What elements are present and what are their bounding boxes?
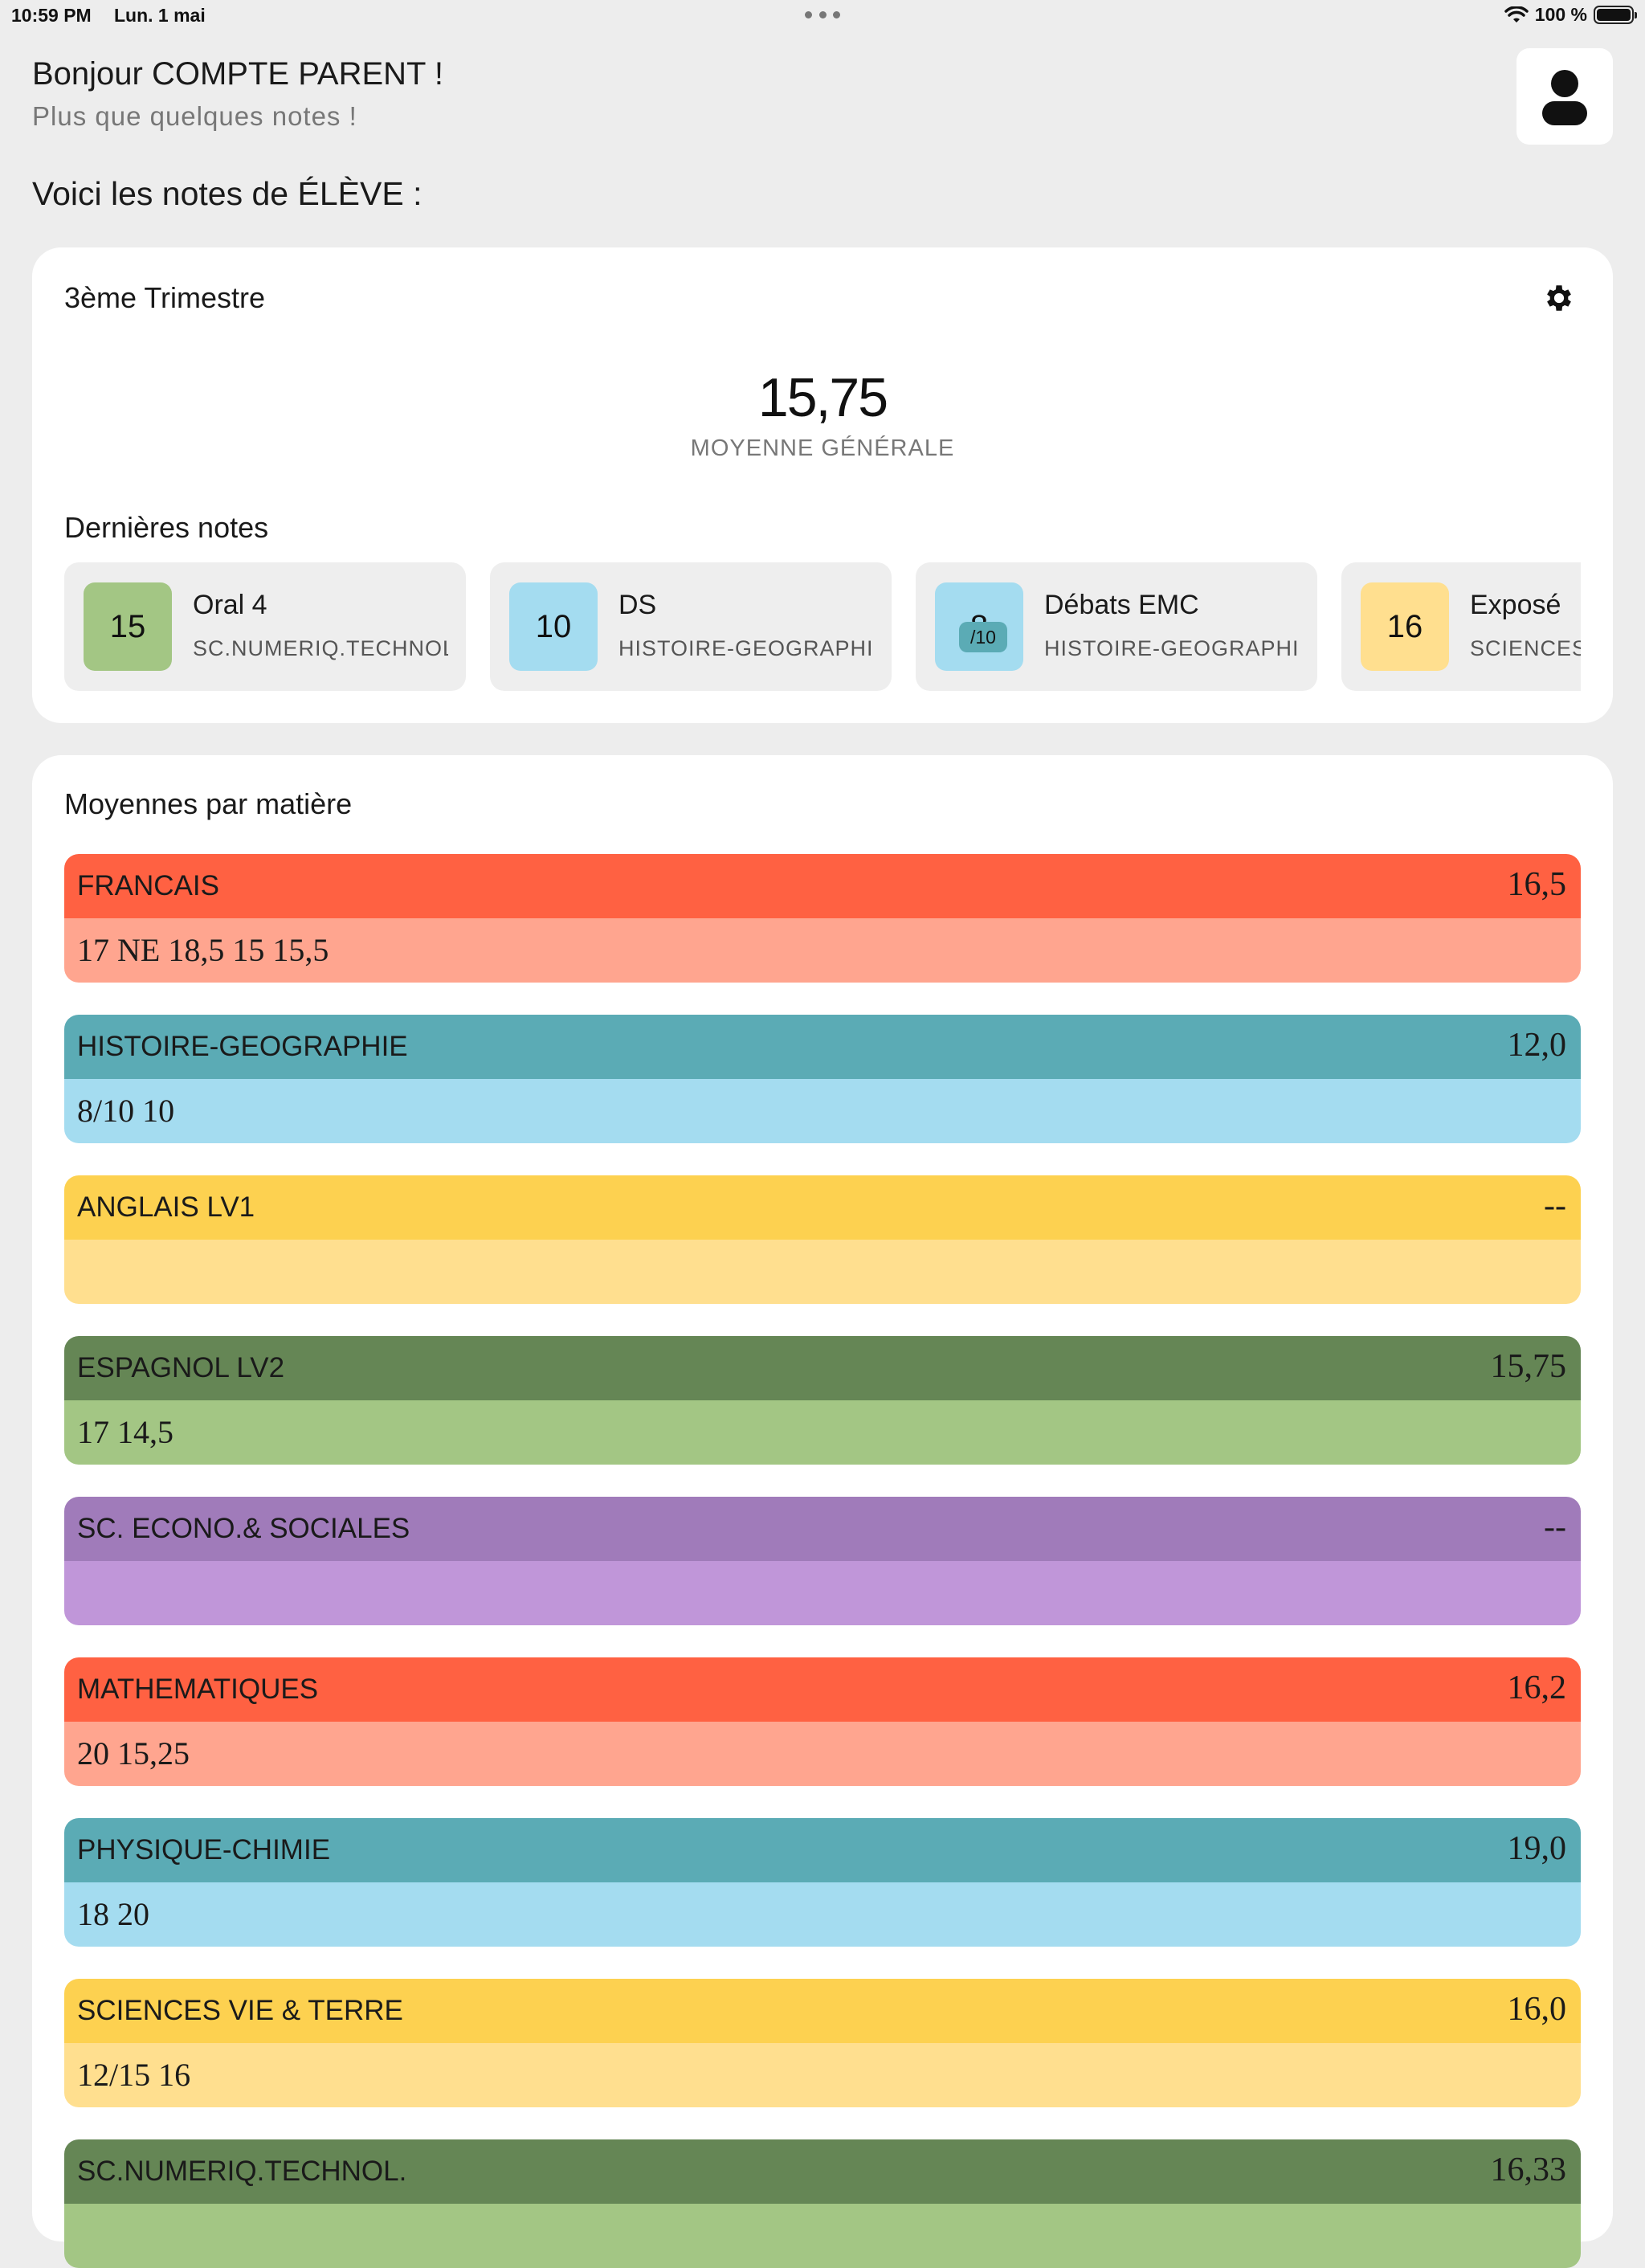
status-bar: 10:59 PM Lun. 1 mai 100 %	[0, 0, 1645, 32]
grade-title: Débats EMC	[1044, 590, 1199, 620]
subject-name: ESPAGNOL LV2	[77, 1352, 285, 1383]
user-icon	[1551, 70, 1578, 97]
subject-header: PHYSIQUE-CHIMIE 19,0	[64, 1818, 1581, 1882]
grade-out-of: /10	[959, 622, 1007, 652]
subject-average: 12,0	[1507, 1027, 1567, 1064]
battery-percent: 100 %	[1534, 4, 1587, 25]
subject-grades-bar	[64, 1240, 1581, 1304]
subject-average: 16,33	[1490, 2152, 1567, 2188]
status-time: 10:59 PM	[11, 5, 92, 26]
overview-card: 3ème Trimestre 15,75 MOYENNE GÉNÉRALE De…	[32, 247, 1613, 723]
grade-title: Oral 4	[193, 590, 267, 620]
greeting: Bonjour COMPTE PARENT !	[32, 56, 443, 92]
subject-grades: 8/10 10	[77, 1093, 175, 1129]
subject-row[interactable]: FRANCAIS 16,5 17 NE 18,5 15 15,5	[64, 854, 1581, 983]
subject-row[interactable]: ESPAGNOL LV2 15,75 17 14,5	[64, 1336, 1581, 1465]
multitasking-dots-icon[interactable]	[805, 11, 840, 21]
subject-row[interactable]: HISTOIRE-GEOGRAPHIE 12,0 8/10 10	[64, 1015, 1581, 1143]
recent-grade-card[interactable]: 8 /10 Débats EMC HISTOIRE-GEOGRAPHIE	[916, 562, 1317, 691]
recent-grades-carousel[interactable]: 15 Oral 4 SC.NUMERIQ.TECHNOL. 10 DS HIST…	[64, 562, 1581, 697]
grade-title: Exposé	[1470, 590, 1561, 620]
subject-name: MATHEMATIQUES	[77, 1673, 319, 1705]
grade-subject: SCIENCES VIE & TERRE	[1470, 636, 1581, 660]
grade-badge: 10	[509, 582, 598, 671]
subject-row[interactable]: MATHEMATIQUES 16,2 20 15,25	[64, 1657, 1581, 1786]
subject-grades: 12/15 16	[77, 2057, 191, 2093]
subject-grades-bar: 12/15 16	[64, 2043, 1581, 2107]
subject-name: SC. ECONO.& SOCIALES	[77, 1513, 410, 1544]
subject-grades: 17 14,5	[77, 1414, 173, 1450]
subject-row[interactable]: PHYSIQUE-CHIMIE 19,0 18 20	[64, 1818, 1581, 1947]
subject-row[interactable]: SC.NUMERIQ.TECHNOL. 16,33	[64, 2139, 1581, 2268]
subject-grades-bar: 20 15,25	[64, 1722, 1581, 1786]
recent-grade-card[interactable]: 16 Exposé SCIENCES VIE & TERRE	[1341, 562, 1581, 691]
subject-name: SCIENCES VIE & TERRE	[77, 1995, 403, 2026]
status-right: 100 %	[1504, 4, 1637, 26]
subject-row[interactable]: SC. ECONO.& SOCIALES --	[64, 1497, 1581, 1625]
subject-average: --	[1544, 1187, 1566, 1224]
recent-grades-title: Dernières notes	[64, 511, 269, 544]
recent-grade-card[interactable]: 15 Oral 4 SC.NUMERIQ.TECHNOL.	[64, 562, 466, 691]
subject-grades-bar: 17 14,5	[64, 1400, 1581, 1465]
subject-header: SCIENCES VIE & TERRE 16,0	[64, 1979, 1581, 2043]
subject-grades: 18 20	[77, 1896, 149, 1932]
period-title: 3ème Trimestre	[64, 281, 266, 314]
subject-average: 15,75	[1490, 1348, 1567, 1385]
subject-average: 16,0	[1507, 1991, 1567, 2028]
subject-average: 16,5	[1507, 866, 1567, 903]
subject-grades-bar	[64, 2204, 1581, 2268]
subject-header: ESPAGNOL LV2 15,75	[64, 1336, 1581, 1400]
subject-header: ANGLAIS LV1 --	[64, 1175, 1581, 1240]
subject-grades: 20 15,25	[77, 1735, 190, 1771]
subject-name: HISTOIRE-GEOGRAPHIE	[77, 1031, 408, 1062]
grade-subject: SC.NUMERIQ.TECHNOL.	[193, 636, 448, 660]
subject-average: --	[1544, 1509, 1566, 1546]
grade-subject: HISTOIRE-GEOGRAPHIE	[618, 636, 874, 660]
subject-header: SC.NUMERIQ.TECHNOL. 16,33	[64, 2139, 1581, 2204]
subject-header: SC. ECONO.& SOCIALES --	[64, 1497, 1581, 1561]
subject-name: FRANCAIS	[77, 870, 219, 901]
battery-icon	[1594, 6, 1637, 24]
recent-grade-card[interactable]: 10 DS HISTOIRE-GEOGRAPHIE	[490, 562, 892, 691]
grade-badge: 16	[1361, 582, 1449, 671]
subject-grades-bar: 18 20	[64, 1882, 1581, 1947]
subject-header: FRANCAIS 16,5	[64, 854, 1581, 918]
subject-header: HISTOIRE-GEOGRAPHIE 12,0	[64, 1015, 1581, 1079]
overall-average-label: MOYENNE GÉNÉRALE	[690, 435, 955, 461]
subject-header: MATHEMATIQUES 16,2	[64, 1657, 1581, 1722]
subject-grades-bar: 8/10 10	[64, 1079, 1581, 1143]
subject-average: 19,0	[1507, 1830, 1567, 1867]
wifi-icon	[1504, 6, 1529, 22]
subject-grades-bar: 17 NE 18,5 15 15,5	[64, 918, 1581, 983]
subject-average: 16,2	[1507, 1669, 1567, 1706]
subject-averages-title: Moyennes par matière	[64, 787, 353, 820]
overall-average: 15,75	[757, 367, 888, 428]
grade-subject: HISTOIRE-GEOGRAPHIE	[1044, 636, 1300, 660]
subject-row[interactable]: ANGLAIS LV1 --	[64, 1175, 1581, 1304]
gear-icon[interactable]	[1542, 281, 1576, 315]
subject-grades-bar	[64, 1561, 1581, 1625]
subject-row[interactable]: SCIENCES VIE & TERRE 16,0 12/15 16	[64, 1979, 1581, 2107]
intro-heading: Voici les notes de ÉLÈVE :	[32, 175, 422, 212]
grade-title: DS	[618, 590, 657, 620]
subject-averages-card: Moyennes par matière FRANCAIS 16,5 17 NE 1…	[32, 755, 1613, 2268]
subject-name: SC.NUMERIQ.TECHNOL.	[77, 2156, 407, 2187]
subject-name: PHYSIQUE-CHIMIE	[77, 1834, 331, 1865]
profile-button[interactable]	[1516, 48, 1613, 145]
status-date: Lun. 1 mai	[114, 5, 206, 26]
grade-badge: 15	[84, 582, 172, 671]
subject-name: ANGLAIS LV1	[77, 1191, 255, 1223]
greeting-subtitle: Plus que quelques notes !	[32, 101, 357, 131]
subject-grades: 17 NE 18,5 15 15,5	[77, 932, 329, 968]
